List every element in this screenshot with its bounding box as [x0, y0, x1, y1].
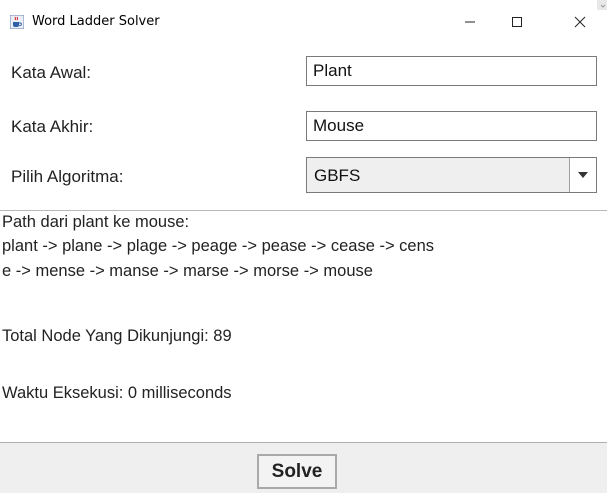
end-word-label: Kata Akhir: — [11, 117, 94, 136]
dropdown-arrow-icon — [578, 172, 588, 178]
start-word-field[interactable]: Plant — [306, 56, 597, 86]
result-line-7: Waktu Eksekusi: 0 milliseconds — [2, 384, 232, 402]
result-line-3: e -> mense -> manse -> marse -> morse ->… — [2, 262, 373, 280]
result-text-area[interactable]: Path dari plant ke mouse: plant -> plane… — [0, 211, 607, 442]
close-icon — [574, 16, 586, 28]
window-title: Word Ladder Solver — [32, 14, 160, 29]
algorithm-label: Pilih Algoritma: — [11, 167, 124, 186]
start-word-label: Kata Awal: — [11, 63, 92, 82]
maximize-button[interactable] — [494, 0, 540, 44]
minimize-icon — [465, 21, 475, 23]
algorithm-select[interactable]: GBFS — [306, 157, 597, 193]
corner-resize-mark — [597, 0, 607, 10]
algorithm-selected-value: GBFS — [314, 166, 361, 185]
title-bar[interactable]: Word Ladder Solver — [0, 0, 607, 44]
result-line-5: Total Node Yang Dikunjungi: 89 — [2, 327, 232, 345]
dropdown-button[interactable] — [569, 158, 596, 192]
java-cup-icon — [10, 15, 24, 29]
result-line-1: Path dari plant ke mouse: — [2, 213, 190, 231]
solve-button[interactable]: Solve — [257, 454, 337, 489]
end-word-field[interactable]: Mouse — [306, 111, 597, 141]
minimize-button[interactable] — [447, 0, 493, 44]
result-line-2: plant -> plane -> plage -> peage -> peas… — [2, 237, 435, 255]
maximize-icon — [512, 17, 522, 27]
